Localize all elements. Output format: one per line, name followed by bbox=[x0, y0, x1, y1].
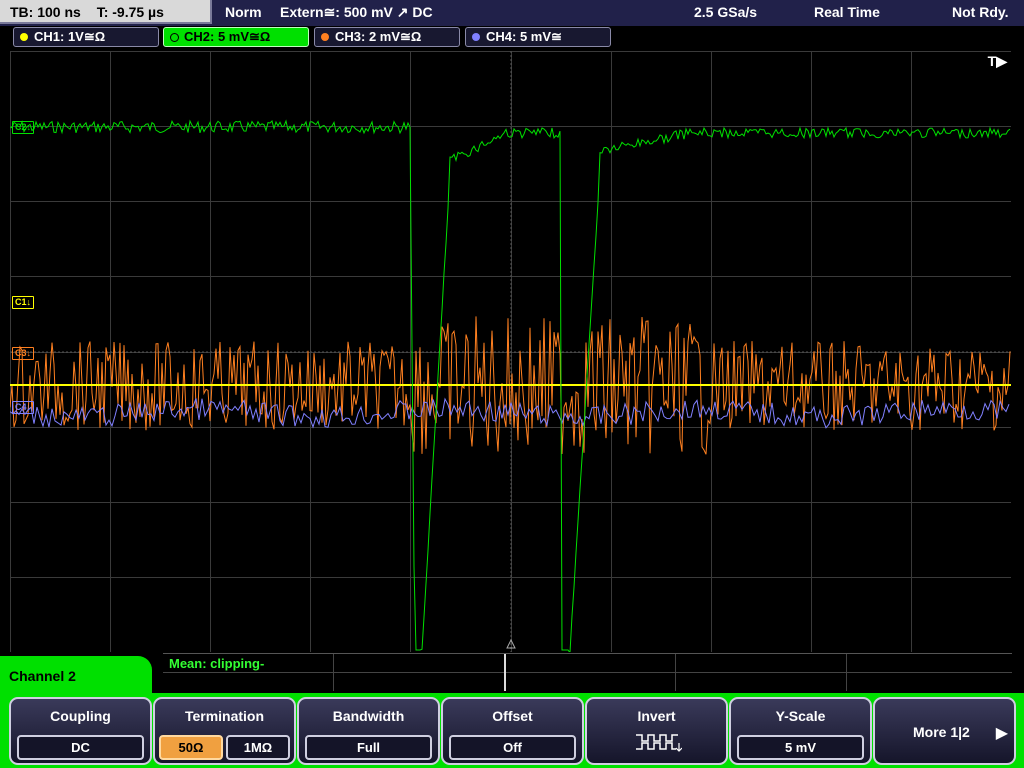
trigger-time-value: T: -9.75 µs bbox=[96, 4, 164, 20]
termination-softkey[interactable]: Termination 50Ω 1MΩ bbox=[153, 697, 296, 765]
termination-title: Termination bbox=[184, 708, 265, 724]
ch4-marker[interactable]: C4↓ bbox=[12, 401, 35, 414]
offset-softkey[interactable]: Offset Off bbox=[441, 697, 584, 765]
tab-ch3[interactable]: CH3: 2 mV≅Ω bbox=[314, 27, 460, 47]
ch2-trace bbox=[10, 119, 1011, 652]
ch4-label: CH4: 5 mV≅ bbox=[486, 29, 562, 44]
ch3-color-dot bbox=[321, 33, 329, 41]
softkey-bar: Coupling DC Termination 50Ω 1MΩ Bandwidt… bbox=[0, 693, 1024, 768]
sample-rate: 2.5 GSa/s bbox=[694, 4, 758, 20]
divider bbox=[333, 654, 334, 691]
offset-title: Offset bbox=[492, 708, 533, 724]
offset-value[interactable]: Off bbox=[449, 735, 576, 760]
ch4-color-dot bbox=[472, 33, 480, 41]
termination-1mohm-option[interactable]: 1MΩ bbox=[226, 735, 290, 760]
trigger-mode[interactable]: Norm bbox=[225, 0, 262, 24]
coupling-softkey[interactable]: Coupling DC bbox=[9, 697, 152, 765]
tab-ch2[interactable]: CH2: 5 mV≅Ω bbox=[163, 27, 309, 47]
invert-waveform-icon bbox=[636, 734, 682, 752]
yscale-title: Y-Scale bbox=[775, 708, 826, 724]
tab-ch1[interactable]: CH1: 1V≅Ω bbox=[13, 27, 159, 47]
coupling-value[interactable]: DC bbox=[17, 735, 144, 760]
ch2-label: CH2: 5 mV≅Ω bbox=[184, 29, 271, 44]
timebase-box[interactable]: TB: 100 ns T: -9.75 µs bbox=[0, 0, 212, 24]
invert-softkey[interactable]: Invert bbox=[585, 697, 728, 765]
waveform-display[interactable]: T▶ C2↓ C1↓ C3↓ C4↓ bbox=[10, 51, 1011, 652]
ch3-marker[interactable]: C3↓ bbox=[12, 347, 35, 360]
divider bbox=[675, 654, 676, 691]
more-softkey[interactable]: More 1|2 ▶ bbox=[873, 697, 1016, 765]
termination-50ohm-option[interactable]: 50Ω bbox=[159, 735, 223, 760]
more-label: More 1|2 bbox=[913, 724, 970, 740]
ch3-label: CH3: 2 mV≅Ω bbox=[335, 29, 422, 44]
right-arrow-icon: ▶ bbox=[995, 725, 1008, 742]
measurement-panel[interactable]: Mean: clipping- bbox=[163, 653, 1012, 691]
menu-title: Channel 2 bbox=[0, 656, 152, 696]
ch2-marker[interactable]: C2↓ bbox=[12, 121, 35, 134]
channel-tabs: CH1: 1V≅Ω CH2: 5 mV≅Ω CH3: 2 mV≅Ω CH4: 5… bbox=[0, 26, 1024, 50]
ch2-color-dot bbox=[170, 33, 179, 42]
yscale-value[interactable]: 5 mV bbox=[737, 735, 864, 760]
tab-ch4[interactable]: CH4: 5 mV≅ bbox=[465, 27, 611, 47]
trigger-marker-icon: T▶ bbox=[987, 53, 1007, 69]
divider bbox=[163, 672, 1012, 673]
bandwidth-title: Bandwidth bbox=[332, 708, 405, 724]
invert-title: Invert bbox=[637, 708, 676, 724]
measurement-result: Mean: clipping- bbox=[169, 656, 265, 671]
divider bbox=[846, 654, 847, 691]
ch1-label: CH1: 1V≅Ω bbox=[34, 29, 106, 44]
acquisition-mode: Real Time bbox=[814, 4, 880, 20]
ch1-marker[interactable]: C1↓ bbox=[12, 296, 35, 309]
yscale-softkey[interactable]: Y-Scale 5 mV bbox=[729, 697, 872, 765]
bandwidth-softkey[interactable]: Bandwidth Full bbox=[297, 697, 440, 765]
waveform-canvas bbox=[10, 51, 1011, 652]
status-bar: TB: 100 ns T: -9.75 µs Norm Extern≅: 500… bbox=[0, 0, 1024, 26]
timebase-value: TB: 100 ns bbox=[10, 4, 81, 20]
coupling-title: Coupling bbox=[50, 708, 111, 724]
ch1-color-dot bbox=[20, 33, 28, 41]
trigger-source[interactable]: Extern≅: 500 mV ↗ DC bbox=[280, 0, 433, 24]
acquisition-state: Not Rdy. bbox=[952, 4, 1009, 20]
divider bbox=[504, 654, 506, 691]
bandwidth-value[interactable]: Full bbox=[305, 735, 432, 760]
